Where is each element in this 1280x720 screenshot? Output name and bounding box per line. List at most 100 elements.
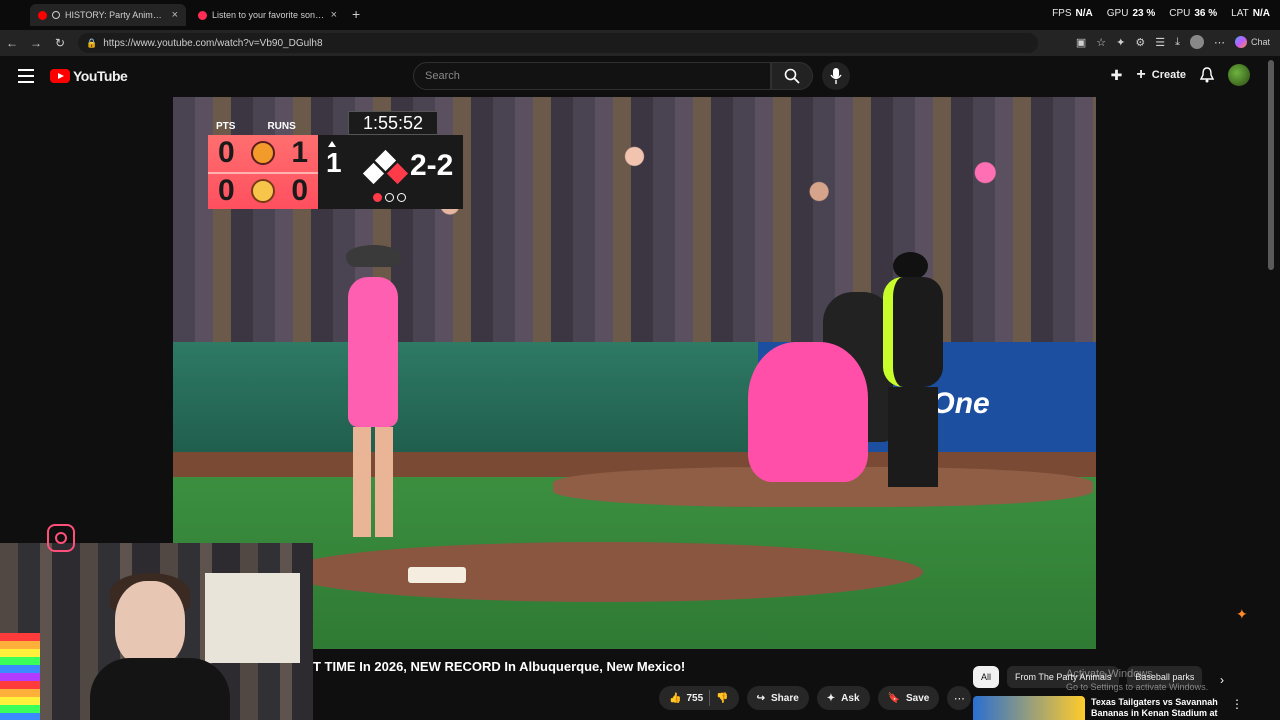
stat-value: N/A — [1252, 8, 1270, 19]
fps-stat: FPS N/A — [1052, 8, 1093, 19]
instagram-icon — [47, 524, 75, 552]
music-favicon-icon — [198, 10, 207, 20]
mascot-overlay-icon: ✦ — [1236, 606, 1248, 622]
page-scrollbar[interactable] — [1268, 60, 1274, 270]
lat-stat: LAT N/A — [1231, 8, 1270, 19]
ball-strike-count: 2-2 — [410, 149, 454, 182]
site-info-icon[interactable]: 🔒 — [86, 38, 97, 49]
recommended-video[interactable]: Texas Tailgaters vs Savannah Bananas in … — [973, 694, 1273, 720]
batter-figure — [878, 247, 948, 487]
pitchers-mound — [283, 542, 923, 602]
back-arrow-icon[interactable]: ← — [0, 36, 24, 50]
bookmark-icon: 🔖 — [887, 692, 900, 704]
url-text: https://www.youtube.com/watch?v=Vb90_DGu… — [103, 37, 323, 49]
microphone-icon — [830, 68, 842, 84]
split-screen-icon[interactable]: ▣ — [1076, 36, 1086, 49]
browser-tab-strip: HISTORY: Party Animals & Fir × Listen to… — [0, 0, 1280, 30]
video-title: T TIME In 2026, NEW RECORD In Albuquerqu… — [313, 659, 686, 674]
thumbs-up-icon: 👍 — [669, 692, 682, 704]
new-tab-button[interactable]: + — [352, 6, 360, 22]
stat-value: N/A — [1075, 8, 1093, 19]
game-clock: 1:55:52 — [348, 111, 438, 135]
recommended-thumbnail[interactable] — [973, 696, 1085, 720]
copilot-chat-button[interactable]: Chat — [1234, 36, 1270, 48]
youtube-play-logo-icon — [50, 69, 70, 83]
home-team-row: 0 0 — [208, 172, 318, 208]
search-input[interactable]: Search — [413, 62, 771, 90]
youtube-logo[interactable]: YouTube — [50, 68, 128, 84]
search-icon — [784, 68, 800, 84]
create-button[interactable]: + Create — [1136, 66, 1186, 84]
forward-arrow-icon[interactable]: → — [24, 36, 48, 50]
home-runs: 0 — [291, 174, 308, 207]
cpu-stat: CPU 36 % — [1169, 8, 1217, 19]
tab-history-party-animals[interactable]: HISTORY: Party Animals & Fir × — [30, 4, 186, 26]
tab-listen-songs[interactable]: Listen to your favorite songs and × — [190, 4, 345, 26]
gpu-stat: GPU 23 % — [1107, 8, 1155, 19]
runs-header: RUNS — [267, 121, 296, 132]
home-pts: 0 — [218, 174, 235, 207]
tab-label: Listen to your favorite songs and — [212, 10, 325, 20]
catcher-figure — [748, 342, 868, 482]
tab-label: HISTORY: Party Animals & Fir — [65, 10, 166, 20]
like-count: 755 — [686, 692, 704, 704]
copilot-icon — [1234, 36, 1247, 48]
away-runs: 1 — [291, 136, 308, 169]
chevron-right-icon[interactable]: › — [1220, 673, 1224, 687]
party-animals-logo-icon — [251, 141, 275, 165]
streamer-webcam — [0, 543, 313, 720]
more-actions-button[interactable]: ⋯ — [947, 686, 972, 710]
opponent-logo-icon — [251, 179, 275, 203]
watermark-subtitle: Go to Settings to activate Windows. — [1066, 682, 1209, 692]
settings-gear-icon[interactable]: ⚙ — [1135, 36, 1145, 49]
stat-label: GPU — [1106, 8, 1129, 19]
tab-close-icon[interactable]: × — [172, 9, 178, 21]
inning-panel: 1 2-2 — [318, 135, 463, 209]
stat-label: LAT — [1231, 8, 1249, 19]
profile-avatar[interactable] — [1189, 35, 1204, 49]
audio-playing-icon[interactable] — [52, 11, 60, 19]
dislike-button[interactable]: 👎 — [716, 693, 728, 704]
chip-all[interactable]: All — [973, 666, 1000, 688]
streamer-shirt — [90, 658, 230, 720]
outs-indicator — [373, 193, 406, 202]
create-label: Create — [1151, 69, 1186, 81]
stat-value: 36 % — [1194, 8, 1218, 19]
windows-activation-watermark: Activate Windows Go to Settings to activ… — [1066, 668, 1208, 692]
thumbs-down-icon: 👎 — [716, 692, 729, 704]
favorite-star-icon[interactable]: ☆ — [1096, 36, 1106, 49]
pitcher-figure — [338, 237, 408, 537]
account-avatar[interactable] — [1228, 64, 1250, 86]
reload-icon[interactable]: ↻ — [48, 36, 72, 50]
extensions-icon[interactable]: ✦ — [1116, 36, 1125, 49]
out-dot — [397, 193, 406, 202]
more-vertical-icon[interactable]: ⋮ — [1231, 697, 1243, 711]
search-button[interactable] — [771, 62, 813, 90]
address-bar[interactable]: 🔒 https://www.youtube.com/watch?v=Vb90_D… — [78, 33, 1038, 53]
out-dot — [385, 193, 394, 202]
away-team-row: 0 1 — [208, 135, 318, 171]
scoreboard-overlay: PTS RUNS 1:55:52 0 1 0 0 1 2-2 — [208, 109, 463, 209]
streamer-face — [115, 581, 185, 666]
save-button[interactable]: 🔖 Save — [877, 686, 940, 710]
tab-close-icon[interactable]: × — [331, 9, 337, 21]
more-menu-icon[interactable]: ⋯ — [1214, 36, 1225, 49]
recommended-title[interactable]: Texas Tailgaters vs Savannah Bananas in … — [1091, 697, 1221, 720]
plus-icon: + — [1136, 66, 1146, 83]
ask-button[interactable]: ✦ Ask — [816, 686, 870, 710]
browser-toolbar: ← → ↻ 🔒 https://www.youtube.com/watch?v=… — [0, 30, 1280, 56]
premium-lite-icon[interactable]: ✚ — [1111, 67, 1123, 84]
inning-number: 1 — [326, 147, 342, 178]
downloads-icon[interactable]: ⤓ — [1175, 36, 1180, 49]
favorites-list-icon[interactable]: ☰ — [1155, 36, 1165, 49]
hamburger-menu-icon[interactable] — [18, 69, 34, 87]
notifications-bell-icon[interactable] — [1200, 67, 1214, 83]
voice-search-button[interactable] — [822, 62, 850, 90]
pitching-rubber — [408, 567, 466, 583]
like-button[interactable]: 👍 755 — [669, 693, 703, 704]
stat-label: CPU — [1169, 8, 1191, 19]
share-button[interactable]: ↪ Share — [746, 686, 809, 710]
pts-header: PTS — [216, 121, 236, 132]
chat-label: Chat — [1250, 37, 1270, 47]
scoreboard-headers: PTS RUNS — [216, 121, 296, 132]
